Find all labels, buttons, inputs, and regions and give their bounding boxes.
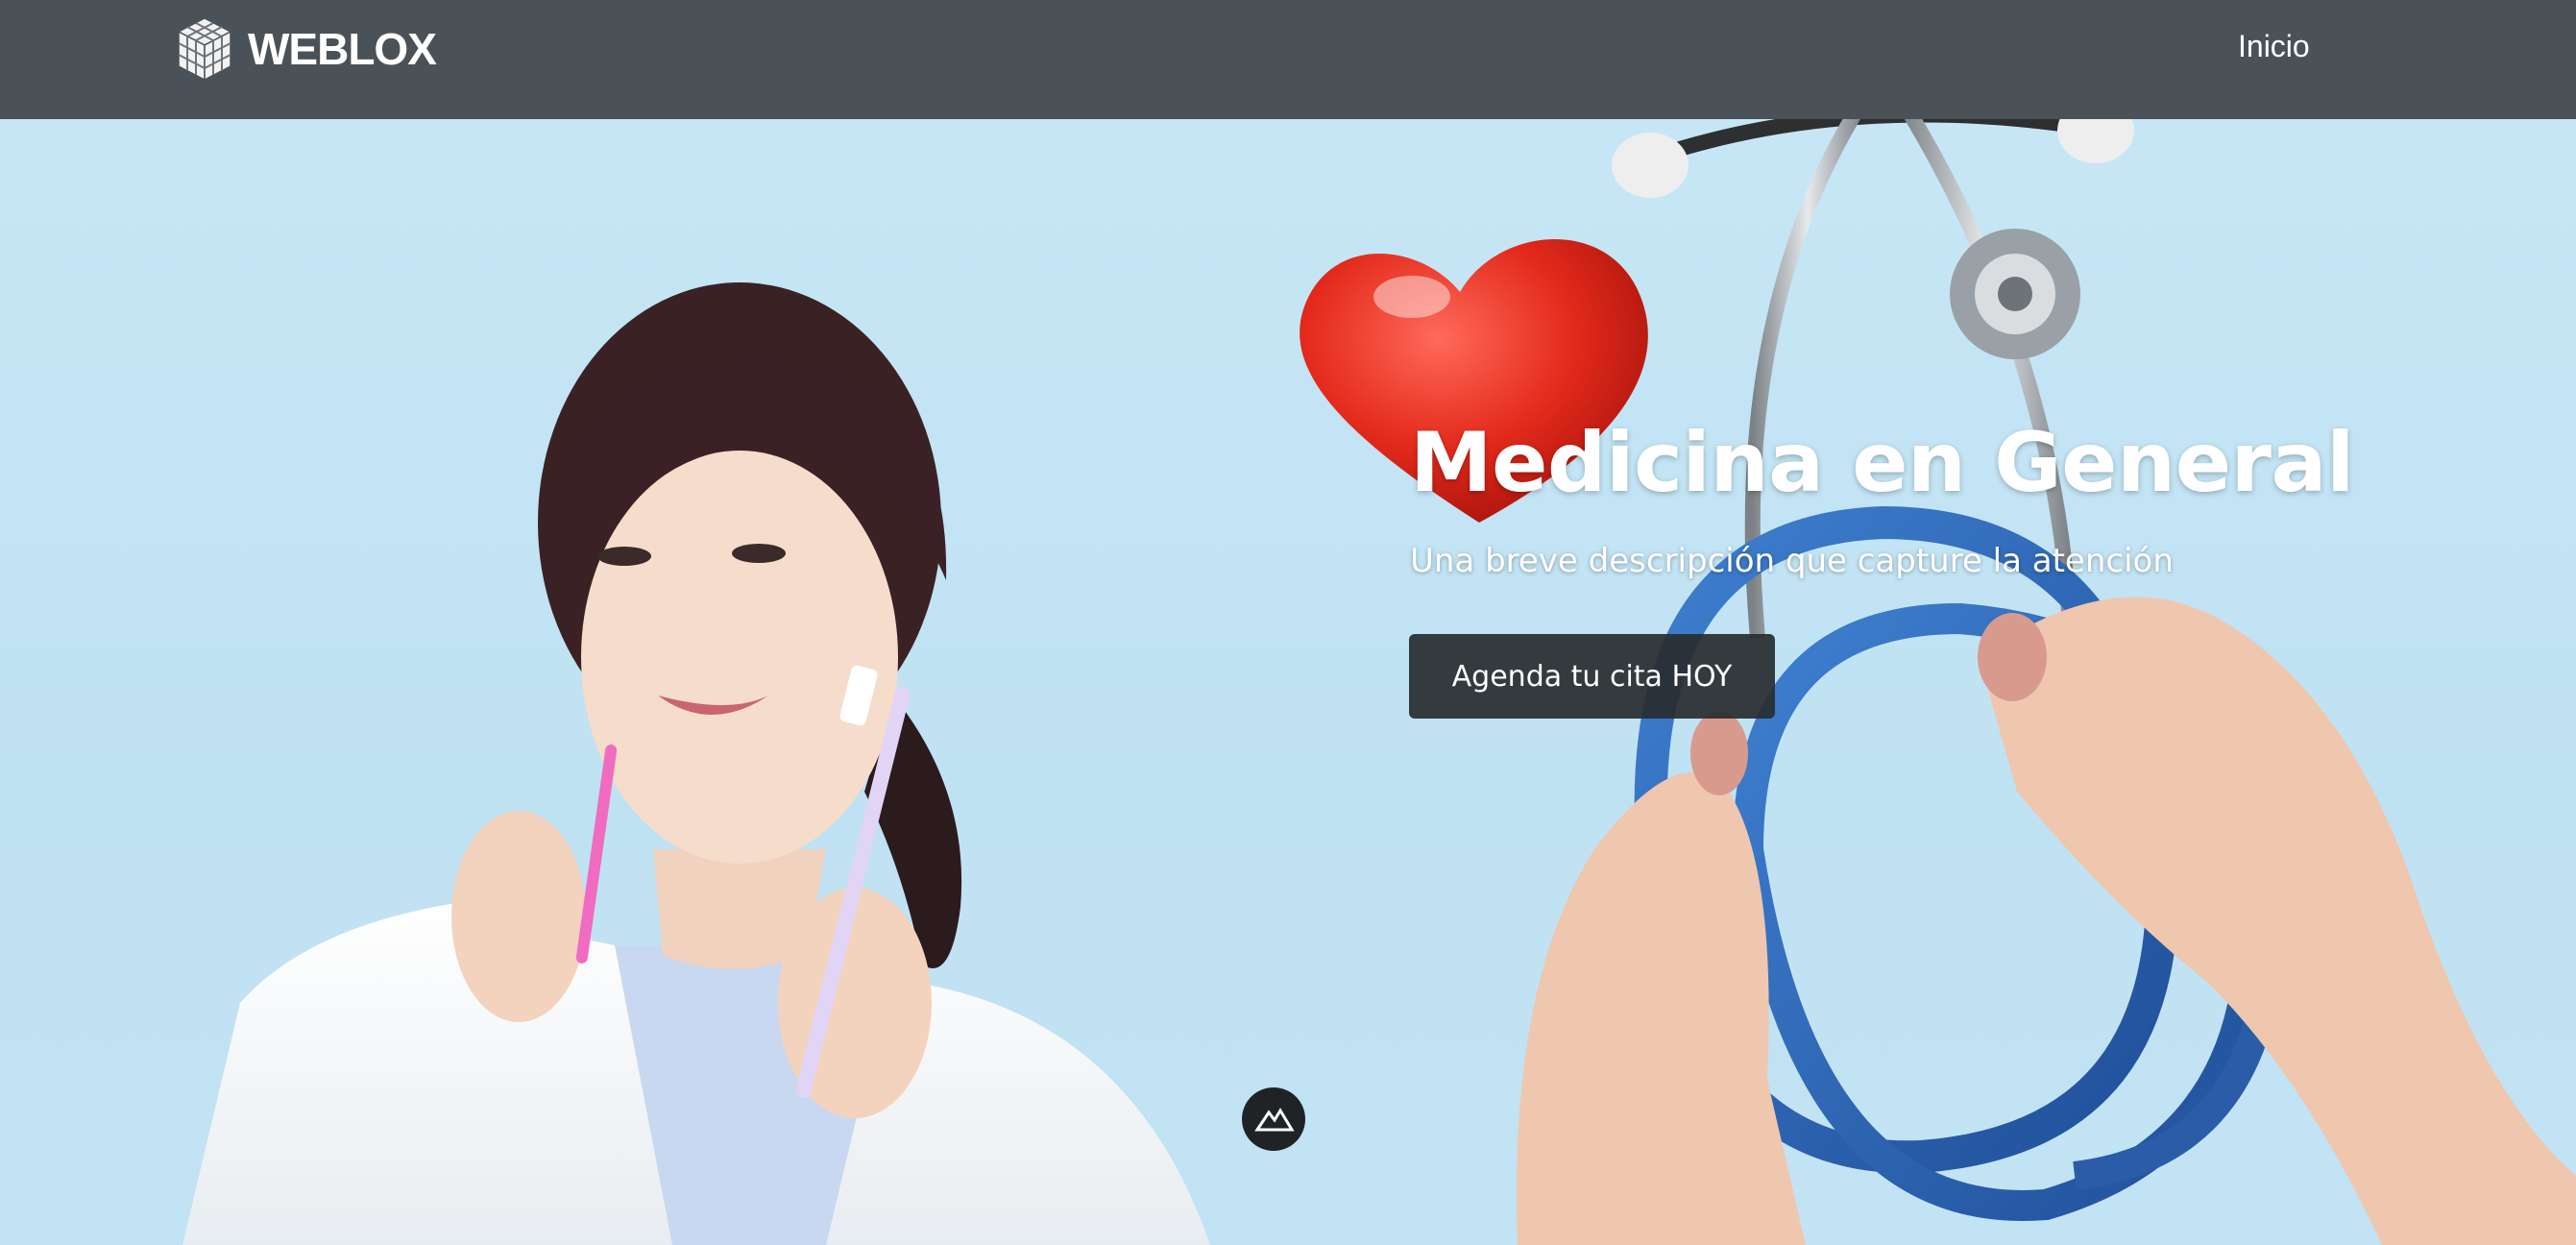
hero-subtitle: Una breve descripción que capture la ate…: [1410, 542, 2174, 580]
brand-name: WEBLOX: [248, 24, 437, 74]
book-appointment-button[interactable]: Agenda tu cita HOY: [1409, 634, 1775, 719]
hero-section: Medicina en General Una breve descripció…: [0, 119, 2576, 1245]
cube-logo-icon: [177, 17, 232, 82]
hero-background-image: [182, 119, 2576, 1245]
book-appointment-label: Agenda tu cita HOY: [1451, 659, 1733, 694]
hero-title: Medicina en General: [1410, 415, 2355, 511]
brand-link[interactable]: WEBLOX: [171, 13, 437, 85]
doctor-figure: [182, 282, 1210, 1245]
scroll-badge[interactable]: [1242, 1087, 1305, 1151]
navbar: WEBLOX Inicio: [0, 0, 2576, 119]
mountain-icon: [1254, 1108, 1295, 1132]
nav-link-inicio[interactable]: Inicio: [2238, 29, 2310, 64]
